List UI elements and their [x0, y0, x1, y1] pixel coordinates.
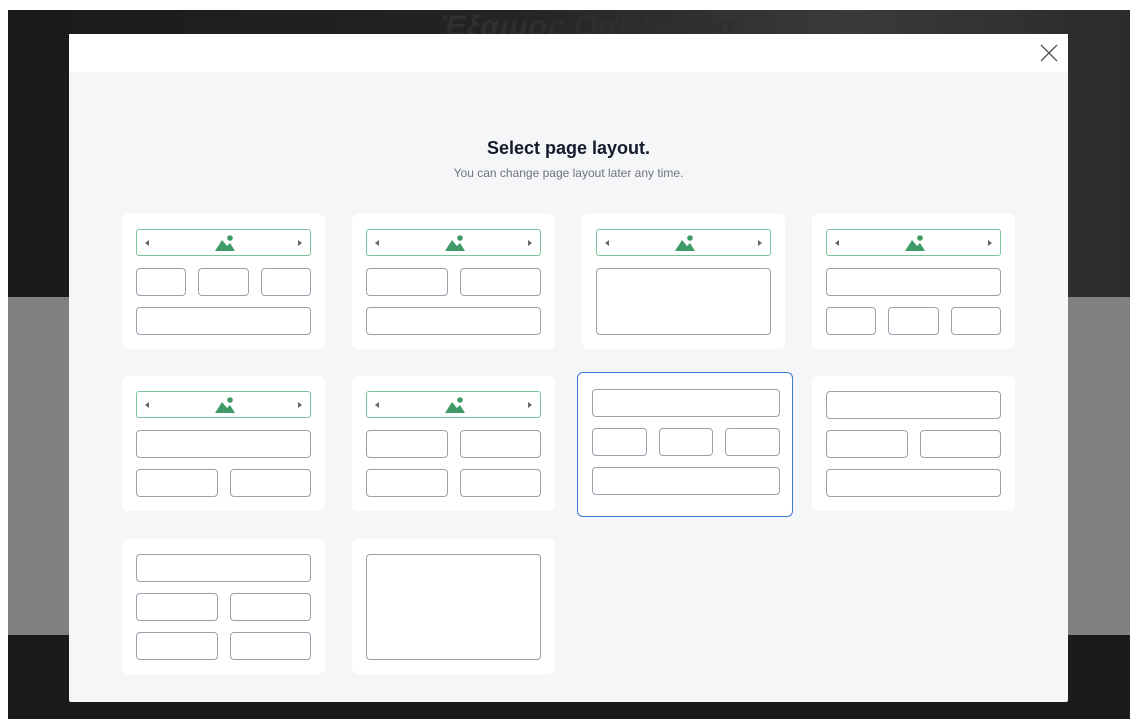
- content-block: [366, 430, 448, 458]
- content-block: [366, 307, 541, 335]
- content-block: [950, 307, 1001, 335]
- content-block: [826, 307, 877, 335]
- layout-card-4[interactable]: [812, 214, 1015, 349]
- layout-card-2[interactable]: [352, 214, 555, 349]
- arrow-left-icon: [145, 240, 149, 246]
- arrow-right-icon: [528, 402, 532, 408]
- content-block: [888, 307, 939, 335]
- content-block: [592, 389, 780, 417]
- arrow-right-icon: [528, 240, 532, 246]
- content-block: [826, 391, 1001, 419]
- slider-preview: [136, 391, 311, 418]
- content-block: [136, 554, 311, 582]
- content-block: [459, 268, 541, 296]
- content-block: [658, 428, 714, 456]
- slider-preview: [596, 229, 771, 256]
- content-block: [198, 268, 249, 296]
- content-block: [826, 430, 908, 458]
- content-block: [229, 632, 311, 660]
- content-block: [136, 307, 311, 335]
- arrow-left-icon: [375, 402, 379, 408]
- arrow-right-icon: [298, 240, 302, 246]
- content-block: [725, 428, 780, 456]
- content-block: [229, 469, 311, 497]
- content-block: [136, 593, 218, 621]
- content-block: [459, 430, 541, 458]
- layout-modal: Select page layout. You can change page …: [69, 34, 1068, 702]
- image-icon: [214, 234, 236, 252]
- slider-preview: [826, 229, 1001, 256]
- arrow-left-icon: [375, 240, 379, 246]
- arrow-right-icon: [758, 240, 762, 246]
- content-block: [826, 469, 1001, 497]
- modal-header: [69, 34, 1068, 72]
- content-block: [366, 469, 448, 497]
- content-block: [229, 593, 311, 621]
- close-icon[interactable]: [1038, 42, 1060, 64]
- layout-card-8[interactable]: [812, 376, 1015, 511]
- content-block: [459, 469, 541, 497]
- slider-preview: [366, 229, 541, 256]
- arrow-left-icon: [605, 240, 609, 246]
- image-icon: [674, 234, 696, 252]
- content-block: [826, 268, 1001, 296]
- modal-subheading: You can change page layout later any tim…: [453, 166, 684, 180]
- image-icon: [444, 396, 466, 414]
- content-block: [592, 467, 780, 495]
- arrow-left-icon: [145, 402, 149, 408]
- layout-card-1[interactable]: [122, 214, 325, 349]
- modal-heading: Select page layout.: [486, 138, 651, 158]
- background-title: Έξαιμος Οαί δυσσα: [440, 12, 737, 36]
- slider-preview: [136, 229, 311, 256]
- arrow-right-icon: [988, 240, 992, 246]
- layout-card-5[interactable]: [122, 376, 325, 511]
- image-icon: [904, 234, 926, 252]
- content-block: [592, 428, 647, 456]
- image-icon: [214, 396, 236, 414]
- content-block: [366, 554, 541, 660]
- content-block: [596, 268, 771, 335]
- layout-card-3[interactable]: [582, 214, 785, 349]
- image-icon: [444, 234, 466, 252]
- arrow-right-icon: [298, 402, 302, 408]
- layout-card-9[interactable]: [122, 539, 325, 674]
- layout-card-6[interactable]: [352, 376, 555, 511]
- content-block: [260, 268, 311, 296]
- layout-card-10[interactable]: [352, 539, 555, 674]
- slider-preview: [366, 391, 541, 418]
- content-block: [136, 632, 218, 660]
- arrow-left-icon: [835, 240, 839, 246]
- content-block: [136, 430, 311, 458]
- content-block: [136, 469, 218, 497]
- layout-card-7[interactable]: [577, 372, 793, 517]
- content-block: [366, 268, 448, 296]
- content-block: [919, 430, 1001, 458]
- content-block: [136, 268, 187, 296]
